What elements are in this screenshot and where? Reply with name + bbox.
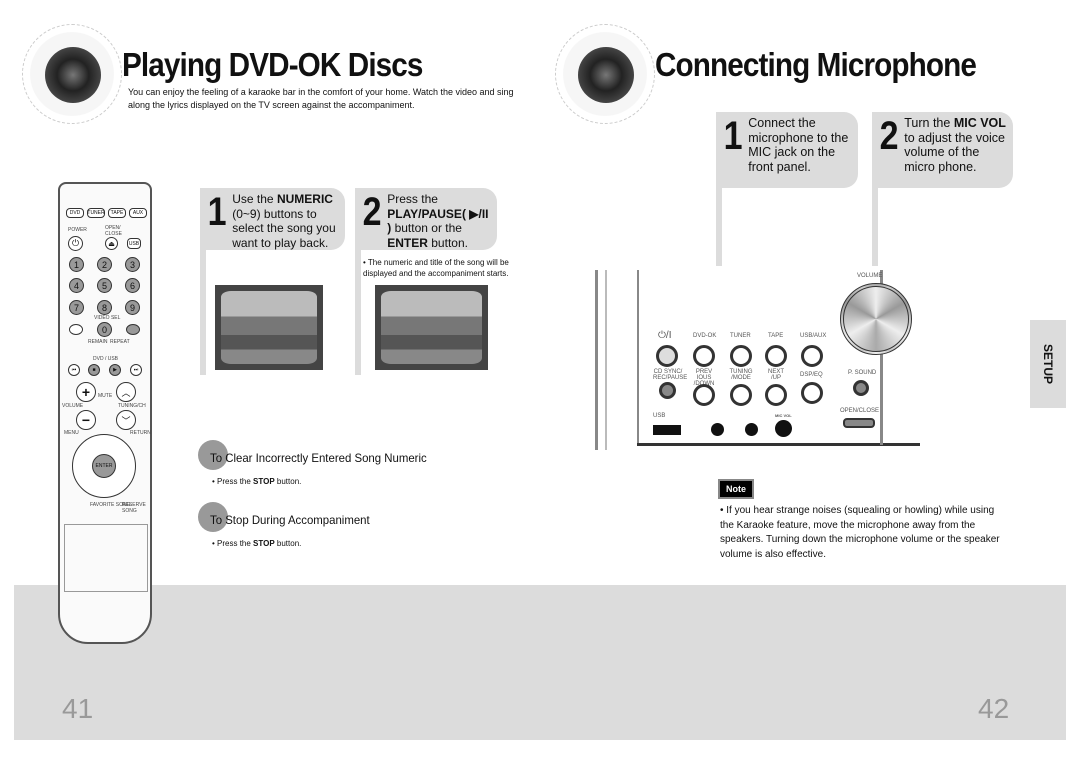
remote-key: 5 — [97, 278, 112, 293]
step-text: Turn the MIC VOL to adjust the voice vol… — [904, 116, 1006, 174]
power-icon: ⏻ — [68, 236, 83, 251]
power-label: ⏻/I — [658, 330, 672, 341]
panel-label: P. SOUND — [848, 370, 877, 376]
play-pause-icon: ▶ — [109, 364, 121, 376]
enter-key: ENTER — [92, 454, 116, 478]
panel-label: MIC VOL — [775, 413, 792, 418]
section-bullet: • Press the STOP button. — [212, 539, 302, 548]
page-title: Playing DVD-OK Discs — [122, 46, 423, 83]
speaker-icon — [22, 24, 122, 124]
remote-label: POWER — [68, 227, 87, 233]
remote-label: RESERVE SONG — [122, 502, 146, 514]
panel-label: TUNING /MODE — [729, 369, 753, 381]
remote-key: 3 — [125, 257, 140, 272]
step-text: Use the NUMERIC (0~9) buttons to select … — [232, 192, 336, 250]
remote-label: MUTE — [98, 393, 113, 399]
remote-key: 4 — [69, 278, 84, 293]
headphone-jack — [711, 423, 724, 436]
volume-label: VOLUME — [857, 273, 883, 279]
remote-key: AUX — [129, 208, 147, 218]
step-2-box: 2 Turn the MIC VOL to adjust the voice v… — [872, 112, 1013, 188]
page-number: 41 — [62, 693, 94, 724]
remote-label: MENU — [64, 430, 79, 436]
remote-label: DVD / USB — [93, 356, 119, 362]
panel-label: DSP/EQ — [800, 372, 823, 378]
remote-label: RETURN — [130, 430, 151, 436]
section-bullet: • Press the STOP button. — [212, 477, 302, 486]
step-number: 1 — [207, 190, 227, 234]
panel-label: DVD-OK — [693, 333, 717, 339]
mic-jack — [745, 423, 758, 436]
remote-key: TAPE — [108, 208, 126, 218]
remote-key: 8 — [97, 300, 112, 315]
panel-label: CD SYNC/ REC/PAUSE — [653, 369, 688, 381]
panel-label: NEXT /UP — [767, 369, 784, 381]
step-text: Press the PLAY/PAUSE( ▶/II ) button or t… — [387, 192, 489, 250]
note-label: Note — [718, 479, 754, 499]
page-number: 42 — [978, 693, 1010, 724]
remote-key: USB — [127, 238, 141, 249]
channel-down-icon: ﹀ — [116, 410, 136, 430]
panel-label: USB — [653, 413, 666, 419]
section-heading: To Clear Incorrectly Entered Song Numeri… — [210, 451, 427, 465]
panel-label: USB/AUX — [800, 333, 827, 339]
stop-icon: ■ — [88, 364, 100, 376]
remote-key: 9 — [125, 300, 140, 315]
speaker-icon — [555, 24, 655, 124]
panel-label: TUNER — [730, 333, 751, 339]
setup-tab: SETUP — [1030, 320, 1066, 408]
remote-key: 2 — [97, 257, 112, 272]
panel-label: OPEN/CLOSE — [840, 408, 880, 414]
step-2-box: 2 Press the PLAY/PAUSE( ▶/II ) button or… — [355, 188, 497, 250]
remote-label: OPEN/ CLOSE — [105, 225, 122, 237]
remote-label: TUNING/CH — [118, 403, 146, 409]
front-panel-illustration: VOLUME ⏻/I DVD-OK TUNER TAPE USB/AUX CD … — [595, 270, 920, 460]
remote-label: REPEAT — [110, 339, 130, 345]
step-number: 2 — [362, 190, 382, 234]
remote-key: TUNER — [87, 208, 105, 218]
step-1-box: 1 Use the NUMERIC (0~9) buttons to selec… — [200, 188, 345, 250]
footer-band — [14, 585, 1066, 740]
step-number: 2 — [879, 114, 899, 158]
page-title: Connecting Microphone — [655, 46, 977, 83]
remote-label: VIDEO SEL — [94, 315, 121, 321]
open-close-button — [843, 418, 875, 428]
remote-key: DVD — [66, 208, 84, 218]
step-2-note: • The numeric and title of the song will… — [363, 258, 509, 278]
volume-down-icon: − — [76, 410, 96, 430]
mic-vol-knob — [775, 420, 792, 437]
remote-label: VOLUME — [62, 403, 84, 409]
step-number: 1 — [723, 114, 743, 158]
usb-port — [653, 425, 681, 435]
remote-key: 1 — [69, 257, 84, 272]
panel-label: TAPE — [768, 333, 784, 339]
note-text: • If you hear strange noises (squealing … — [720, 505, 1000, 560]
tv-screen-image — [375, 285, 488, 370]
channel-up-icon: ︿ — [116, 382, 136, 402]
remote-key: 7 — [69, 300, 84, 315]
volume-up-icon: + — [76, 382, 96, 402]
remote-label: REMAIN — [88, 339, 108, 345]
volume-knob — [840, 283, 912, 355]
eject-icon: ⏏ — [105, 237, 118, 250]
step-1-box: 1 Connect the microphone to the MIC jack… — [716, 112, 858, 188]
step-text: Connect the microphone to the MIC jack o… — [748, 116, 849, 174]
intro-text: You can enjoy the feeling of a karaoke b… — [128, 87, 514, 110]
remote-key: 0 — [97, 322, 112, 337]
tv-screen-image — [215, 285, 323, 370]
remote-control-illustration: DVD TUNER TAPE AUX POWER OPEN/ CLOSE ⏻ ⏏… — [58, 182, 152, 644]
remote-key: 6 — [125, 278, 140, 293]
section-heading: To Stop During Accompaniment — [210, 513, 370, 527]
